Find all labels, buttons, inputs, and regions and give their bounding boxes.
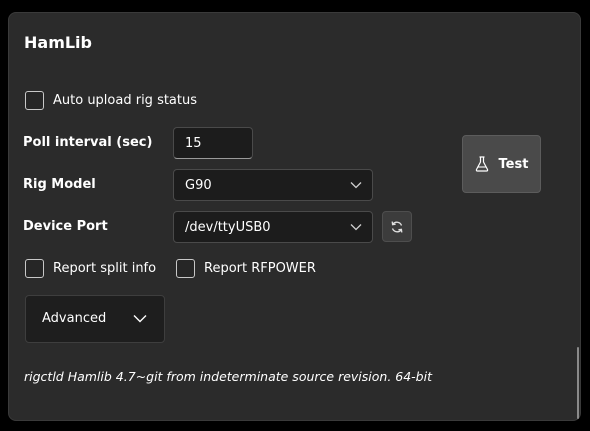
device-port-selected: /dev/ttyUSB0 — [185, 219, 271, 235]
poll-interval-input[interactable]: 15 — [173, 127, 253, 159]
report-rfpower-label[interactable]: Report RFPOWER — [204, 261, 316, 276]
scrollbar[interactable] — [577, 347, 579, 419]
poll-interval-label: Poll interval (sec) — [23, 135, 153, 150]
hamlib-settings-panel: HamLib Auto upload rig status Poll inter… — [8, 12, 581, 421]
chevron-down-icon — [133, 315, 147, 323]
advanced-label: Advanced — [42, 311, 107, 326]
chevron-down-icon — [350, 224, 362, 231]
chevron-down-icon — [350, 182, 362, 189]
refresh-ports-button[interactable] — [382, 211, 412, 242]
refresh-icon — [391, 221, 403, 232]
hamlib-version-text: rigctld Hamlib 4.7~git from indeterminat… — [24, 369, 432, 384]
rig-model-label: Rig Model — [23, 177, 96, 192]
panel-title: HamLib — [24, 33, 92, 52]
device-port-dropdown[interactable]: /dev/ttyUSB0 — [173, 211, 373, 243]
auto-upload-checkbox[interactable] — [25, 91, 44, 110]
advanced-expander-button[interactable]: Advanced — [25, 295, 165, 343]
test-button-label: Test — [498, 156, 529, 172]
report-split-checkbox[interactable] — [25, 259, 44, 278]
auto-upload-label[interactable]: Auto upload rig status — [53, 93, 197, 108]
report-rfpower-checkbox[interactable] — [176, 259, 195, 278]
poll-interval-value: 15 — [185, 135, 202, 151]
test-button[interactable]: Test — [462, 135, 541, 193]
flask-icon — [475, 156, 488, 172]
report-split-label[interactable]: Report split info — [53, 261, 156, 276]
rig-model-dropdown[interactable]: G90 — [173, 169, 373, 201]
device-port-label: Device Port — [23, 219, 108, 234]
rig-model-selected: G90 — [185, 177, 212, 193]
